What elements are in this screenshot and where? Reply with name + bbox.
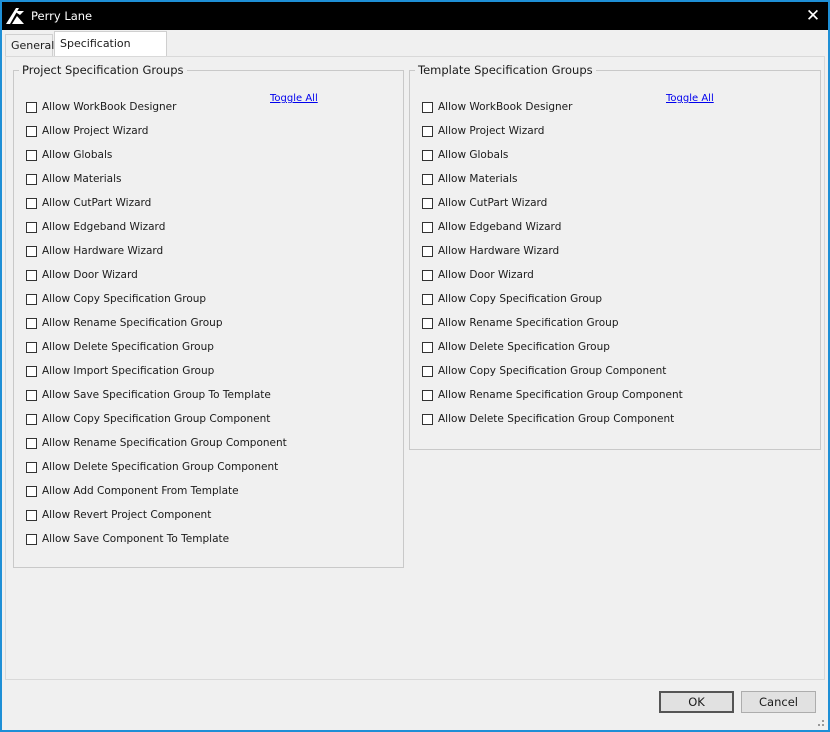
checkbox[interactable] <box>422 222 433 233</box>
checkbox[interactable] <box>422 318 433 329</box>
project-specification-groups: Project Specification Groups Toggle All … <box>13 63 404 568</box>
checkbox[interactable] <box>422 294 433 305</box>
checkbox-label[interactable]: Allow Globals <box>438 149 508 161</box>
checkbox-label[interactable]: Allow Delete Specification Group Compone… <box>42 461 278 473</box>
template-specification-groups: Template Specification Groups Toggle All… <box>409 63 821 450</box>
checkbox-label[interactable]: Allow Rename Specification Group <box>438 317 618 329</box>
checkbox[interactable] <box>26 318 37 329</box>
checkbox[interactable] <box>26 150 37 161</box>
checkbox[interactable] <box>422 390 433 401</box>
checkbox[interactable] <box>422 342 433 353</box>
checkbox[interactable] <box>26 270 37 281</box>
cancel-button[interactable]: Cancel <box>741 691 816 713</box>
tab-general[interactable]: General <box>5 34 54 56</box>
checkbox-label[interactable]: Allow CutPart Wizard <box>438 197 547 209</box>
checkbox-label[interactable]: Allow Materials <box>42 173 122 185</box>
checkbox[interactable] <box>26 462 37 473</box>
tab-strip: General Specification Groups <box>2 30 828 74</box>
checkbox-label[interactable]: Allow WorkBook Designer <box>438 101 572 113</box>
checkbox[interactable] <box>422 126 433 137</box>
checkbox[interactable] <box>26 198 37 209</box>
checkbox-label[interactable]: Allow Rename Specification Group Compone… <box>438 389 683 401</box>
checkbox-label[interactable]: Allow Delete Specification Group <box>42 341 214 353</box>
checkbox-label[interactable]: Allow Materials <box>438 173 518 185</box>
checkbox-label[interactable]: Allow Revert Project Component <box>42 509 211 521</box>
title-bar[interactable]: Perry Lane ✕ <box>2 2 828 30</box>
checkbox-label[interactable]: Allow Globals <box>42 149 112 161</box>
checkbox[interactable] <box>26 246 37 257</box>
checkbox[interactable] <box>26 126 37 137</box>
checkbox[interactable] <box>422 102 433 113</box>
close-icon: ✕ <box>805 6 821 26</box>
checkbox-label[interactable]: Allow Project Wizard <box>42 125 148 137</box>
checkbox[interactable] <box>26 414 37 425</box>
checkbox-label[interactable]: Allow Copy Specification Group <box>42 293 206 305</box>
checkbox[interactable] <box>26 534 37 545</box>
checkbox-label[interactable]: Allow Save Component To Template <box>42 533 229 545</box>
checkbox-label[interactable]: Allow Copy Specification Group Component <box>438 365 666 377</box>
window-title: Perry Lane <box>31 9 93 23</box>
checkbox-label[interactable]: Allow Hardware Wizard <box>438 245 559 257</box>
dialog-window: Perry Lane ✕ General Specification Group… <box>0 0 830 732</box>
checkbox[interactable] <box>422 150 433 161</box>
tab-content-panel: Project Specification Groups Toggle All … <box>5 56 825 680</box>
checkbox-label[interactable]: Allow Door Wizard <box>42 269 138 281</box>
checkbox-label[interactable]: Allow WorkBook Designer <box>42 101 176 113</box>
checkbox[interactable] <box>26 510 37 521</box>
checkbox-label[interactable]: Allow Save Specification Group To Templa… <box>42 389 271 401</box>
close-button[interactable]: ✕ <box>802 5 824 27</box>
ok-button[interactable]: OK <box>659 691 734 713</box>
checkbox-label[interactable]: Allow CutPart Wizard <box>42 197 151 209</box>
checkbox[interactable] <box>26 438 37 449</box>
checkbox[interactable] <box>422 246 433 257</box>
checkbox[interactable] <box>422 414 433 425</box>
checkbox[interactable] <box>26 390 37 401</box>
checkbox-label[interactable]: Allow Door Wizard <box>438 269 534 281</box>
checkbox[interactable] <box>26 366 37 377</box>
checkbox[interactable] <box>422 366 433 377</box>
checkbox[interactable] <box>422 198 433 209</box>
group-legend: Template Specification Groups <box>418 63 593 77</box>
checkbox-label[interactable]: Allow Hardware Wizard <box>42 245 163 257</box>
checkbox[interactable] <box>422 174 433 185</box>
checkbox-label[interactable]: Allow Copy Specification Group <box>438 293 602 305</box>
checkbox-label[interactable]: Allow Edgeband Wizard <box>438 221 561 233</box>
checkbox[interactable] <box>26 102 37 113</box>
app-logo-icon <box>6 8 24 24</box>
group-legend: Project Specification Groups <box>22 63 184 77</box>
tab-specification-groups[interactable]: Specification Groups <box>54 31 167 74</box>
checkbox-label[interactable]: Allow Rename Specification Group <box>42 317 222 329</box>
toggle-all-link[interactable]: Toggle All <box>270 93 318 104</box>
checkbox-label[interactable]: Allow Rename Specification Group Compone… <box>42 437 287 449</box>
checkbox[interactable] <box>26 294 37 305</box>
checkbox[interactable] <box>26 174 37 185</box>
checkbox-label[interactable]: Allow Import Specification Group <box>42 365 214 377</box>
resize-grip-icon[interactable] <box>813 715 825 727</box>
checkbox-label[interactable]: Allow Delete Specification Group <box>438 341 610 353</box>
checkbox[interactable] <box>26 222 37 233</box>
checkbox-label[interactable]: Allow Project Wizard <box>438 125 544 137</box>
checkbox-label[interactable]: Allow Add Component From Template <box>42 485 239 497</box>
checkbox-label[interactable]: Allow Copy Specification Group Component <box>42 413 270 425</box>
checkbox[interactable] <box>26 342 37 353</box>
checkbox-label[interactable]: Allow Delete Specification Group Compone… <box>438 413 674 425</box>
checkbox[interactable] <box>26 486 37 497</box>
checkbox-label[interactable]: Allow Edgeband Wizard <box>42 221 165 233</box>
toggle-all-link[interactable]: Toggle All <box>666 93 714 104</box>
checkbox[interactable] <box>422 270 433 281</box>
